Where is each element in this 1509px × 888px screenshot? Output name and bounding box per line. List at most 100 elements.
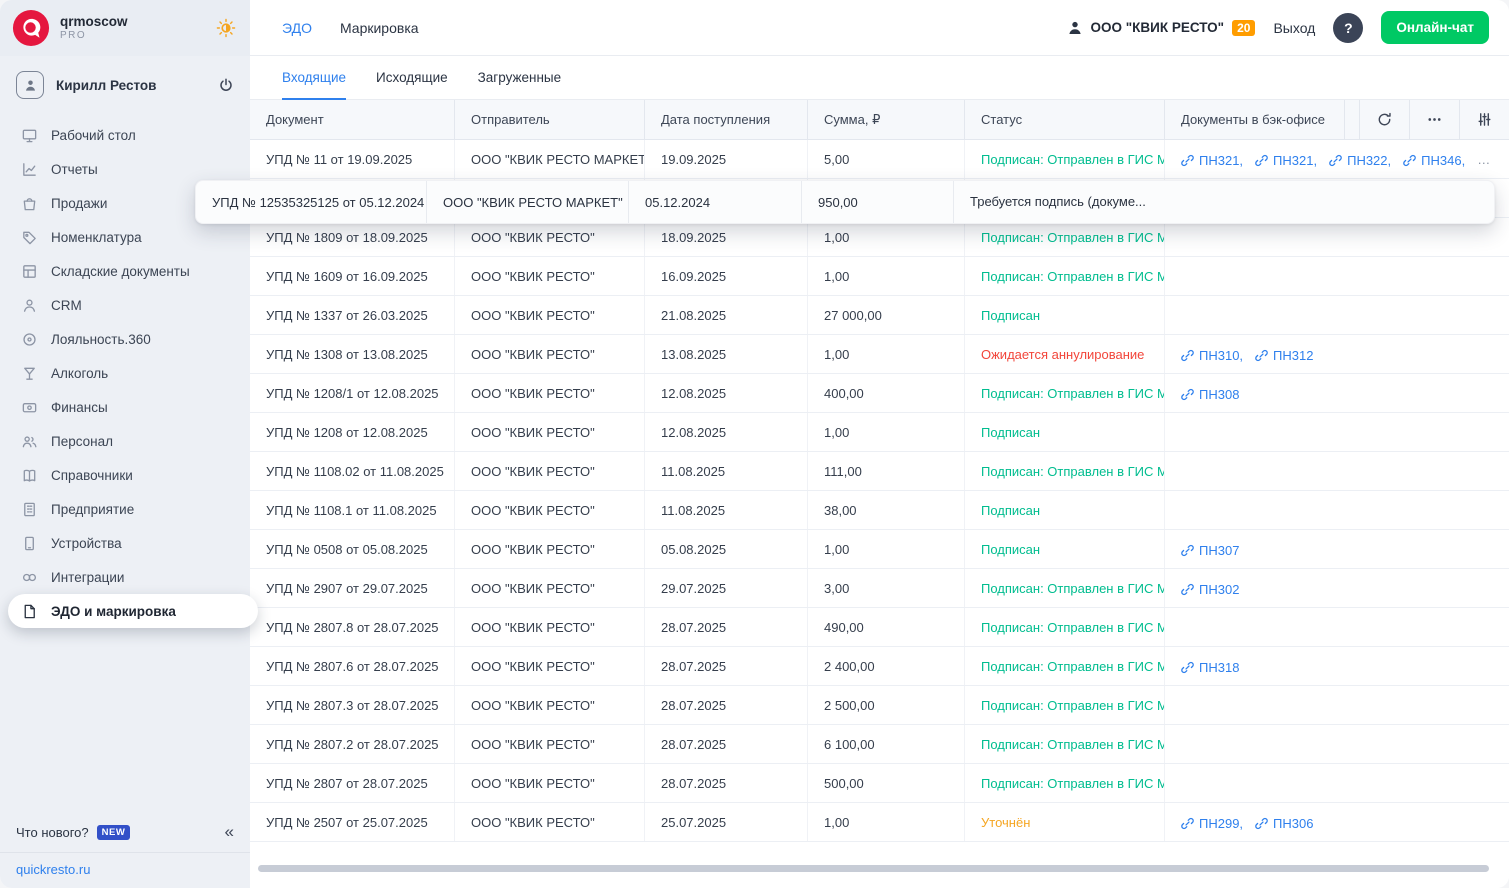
help-button[interactable]: ? [1333, 12, 1364, 43]
sidebar-item-edo[interactable]: ЭДО и маркировка [8, 594, 258, 628]
table-row[interactable]: УПД № 11 от 19.09.2025 ООО "КВИК РЕСТО МА… [250, 140, 1509, 179]
selected-document-row[interactable]: УПД № 12535325125 от 05.12.2024 ООО "КВИ… [195, 180, 1495, 224]
more-actions-button[interactable] [1409, 100, 1459, 139]
table-row[interactable]: УПД № 2507 от 25.07.2025 ООО "КВИК РЕСТО"… [250, 803, 1509, 842]
cell-sender: ООО "КВИК РЕСТО" [455, 335, 645, 373]
filter-button[interactable] [1459, 100, 1509, 139]
link-icon [1181, 584, 1194, 596]
sidebar-item-staff[interactable]: Персонал [8, 424, 242, 458]
link-icon [1181, 350, 1194, 362]
column-header[interactable]: Дата поступления [645, 100, 808, 139]
cell-backoffice-docs [1165, 413, 1509, 451]
devices-icon [20, 534, 38, 552]
cell-sender: ООО "КВИК РЕСТО" [455, 413, 645, 451]
cell-backoffice-docs: ПН310, ПН312 [1165, 335, 1509, 373]
table-row[interactable]: УПД № 2807.6 от 28.07.2025 ООО "КВИК РЕСТ… [250, 647, 1509, 686]
topbar-tab-0[interactable]: ЭДО [282, 20, 312, 36]
table-header: Документ Отправитель Дата поступления Сумма… [250, 100, 1509, 140]
cell-amount: 2 400,00 [808, 647, 965, 685]
backoffice-doc-link[interactable]: ПН312 [1255, 336, 1313, 373]
sidebar-item-nomenclature[interactable]: Номенклатура [8, 220, 242, 254]
horizontal-scrollbar[interactable] [258, 865, 1489, 872]
table-row[interactable]: УПД № 2807 от 28.07.2025 ООО "КВИК РЕСТО"… [250, 764, 1509, 803]
backoffice-doc-link[interactable]: ПН308 [1181, 375, 1239, 412]
topbar-tab-1[interactable]: Маркировка [340, 20, 419, 36]
sidebar-item-loyalty[interactable]: Лояльность.360 [8, 322, 242, 356]
backoffice-doc-link[interactable]: ПН321, [1255, 141, 1317, 178]
table-row[interactable]: УПД № 1108.1 от 11.08.2025 ООО "КВИК РЕСТ… [250, 491, 1509, 530]
cell-amount: 490,00 [808, 608, 965, 646]
table-row[interactable]: УПД № 1208 от 12.08.2025 ООО "КВИК РЕСТО"… [250, 413, 1509, 452]
cell-date: 11.08.2025 [645, 452, 808, 490]
crm-icon [20, 296, 38, 314]
table-row[interactable]: УПД № 1108.02 от 11.08.2025 ООО "КВИК РЕС… [250, 452, 1509, 491]
user-row[interactable]: Кирилл Рестов [0, 62, 250, 108]
backoffice-doc-link[interactable]: ПН299, [1181, 804, 1243, 841]
sidebar-item-desktop[interactable]: Рабочий стол [8, 118, 242, 152]
cell-amount: 3,00 [808, 569, 965, 607]
sidebar-item-alcohol[interactable]: Алкоголь [8, 356, 242, 390]
subtab-1[interactable]: Исходящие [376, 56, 448, 100]
column-header[interactable]: Документы в бэк-офисе [1165, 100, 1345, 139]
cell-sender: ООО "КВИК РЕСТО" [455, 374, 645, 412]
cell-status: Подписан: Отправлен в ГИС МТ [965, 686, 1165, 724]
column-header[interactable]: Документ [250, 100, 455, 139]
warehouse-icon [20, 262, 38, 280]
subtab-0[interactable]: Входящие [282, 56, 347, 100]
whats-new-link[interactable]: Что нового? [16, 825, 89, 840]
cell-sender: ООО "КВИК РЕСТО" [455, 491, 645, 529]
backoffice-doc-link[interactable]: ПН302 [1181, 570, 1239, 607]
sidebar-item-devices[interactable]: Устройства [8, 526, 242, 560]
cell-date: 28.07.2025 [645, 686, 808, 724]
sidebar-item-integrations[interactable]: Интеграции [8, 560, 242, 594]
online-chat-button[interactable]: Онлайн-чат [1381, 11, 1489, 44]
table-row[interactable]: УПД № 2807.2 от 28.07.2025 ООО "КВИК РЕСТ… [250, 725, 1509, 764]
staff-icon [20, 432, 38, 450]
table-row[interactable]: УПД № 1208/1 от 12.08.2025 ООО "КВИК РЕСТ… [250, 374, 1509, 413]
cell-document: УПД № 1609 от 16.09.2025 [250, 257, 455, 295]
finance-icon [20, 398, 38, 416]
refresh-button[interactable] [1359, 100, 1409, 139]
subtabs: Входящие Исходящие Загруженные [250, 56, 1509, 100]
cell-date: 28.07.2025 [645, 725, 808, 763]
logout-button[interactable]: Выход [1273, 20, 1315, 36]
cell-document: УПД № 2507 от 25.07.2025 [250, 803, 455, 841]
cell-status: Подписан [965, 530, 1165, 568]
sidebar-item-directories[interactable]: Справочники [8, 458, 242, 492]
sidebar-item-enterprise[interactable]: Предприятие [8, 492, 242, 526]
table-row[interactable]: УПД № 1337 от 26.03.2025 ООО "КВИК РЕСТО"… [250, 296, 1509, 335]
cell-sender: ООО "КВИК РЕСТО" [455, 296, 645, 334]
workspace-plan: PRO [60, 30, 87, 41]
backoffice-doc-link[interactable]: ПН310, [1181, 336, 1243, 373]
card-document: УПД № 12535325125 от 05.12.2024 [212, 194, 425, 210]
backoffice-doc-link[interactable]: ПН318 [1181, 648, 1239, 685]
collapse-sidebar-icon[interactable]: « [225, 822, 234, 842]
cell-document: УПД № 1208/1 от 12.08.2025 [250, 374, 455, 412]
backoffice-doc-link[interactable]: ПН307 [1181, 531, 1239, 568]
subtab-2[interactable]: Загруженные [478, 56, 562, 100]
cell-document: УПД № 1337 от 26.03.2025 [250, 296, 455, 334]
table-row[interactable]: УПД № 1308 от 13.08.2025 ООО "КВИК РЕСТО"… [250, 335, 1509, 374]
backoffice-doc-link[interactable]: ПН346, [1403, 141, 1465, 178]
company-selector[interactable]: ООО "КВИК РЕСТО" 20 [1067, 19, 1256, 36]
table-row[interactable]: УПД № 2907 от 29.07.2025 ООО "КВИК РЕСТО"… [250, 569, 1509, 608]
cell-document: УПД № 2807.8 от 28.07.2025 [250, 608, 455, 646]
sidebar-item-crm[interactable]: CRM [8, 288, 242, 322]
table-row[interactable]: УПД № 2807.8 от 28.07.2025 ООО "КВИК РЕСТ… [250, 608, 1509, 647]
theme-toggle-icon[interactable] [216, 18, 236, 38]
logout-power-icon[interactable] [218, 77, 234, 93]
sidebar-item-warehouse[interactable]: Складские документы [8, 254, 242, 288]
backoffice-doc-link[interactable]: ПН306 [1255, 804, 1313, 841]
table-row[interactable]: УПД № 0508 от 05.08.2025 ООО "КВИК РЕСТО"… [250, 530, 1509, 569]
backoffice-doc-link[interactable]: ПН322, [1329, 141, 1391, 178]
site-link[interactable]: quickresto.ru [0, 852, 250, 888]
table-row[interactable]: УПД № 1609 от 16.09.2025 ООО "КВИК РЕСТО"… [250, 257, 1509, 296]
cell-status: Подписан: Отправлен в ГИС МТ [965, 647, 1165, 685]
sidebar-item-finance[interactable]: Финансы [8, 390, 242, 424]
column-header[interactable]: Статус [965, 100, 1165, 139]
column-header[interactable]: Сумма, ₽ [808, 100, 965, 139]
table-row[interactable]: УПД № 2807.3 от 28.07.2025 ООО "КВИК РЕСТ… [250, 686, 1509, 725]
cell-date: 29.07.2025 [645, 569, 808, 607]
column-header[interactable]: Отправитель [455, 100, 645, 139]
backoffice-doc-link[interactable]: ПН321, [1181, 141, 1243, 178]
